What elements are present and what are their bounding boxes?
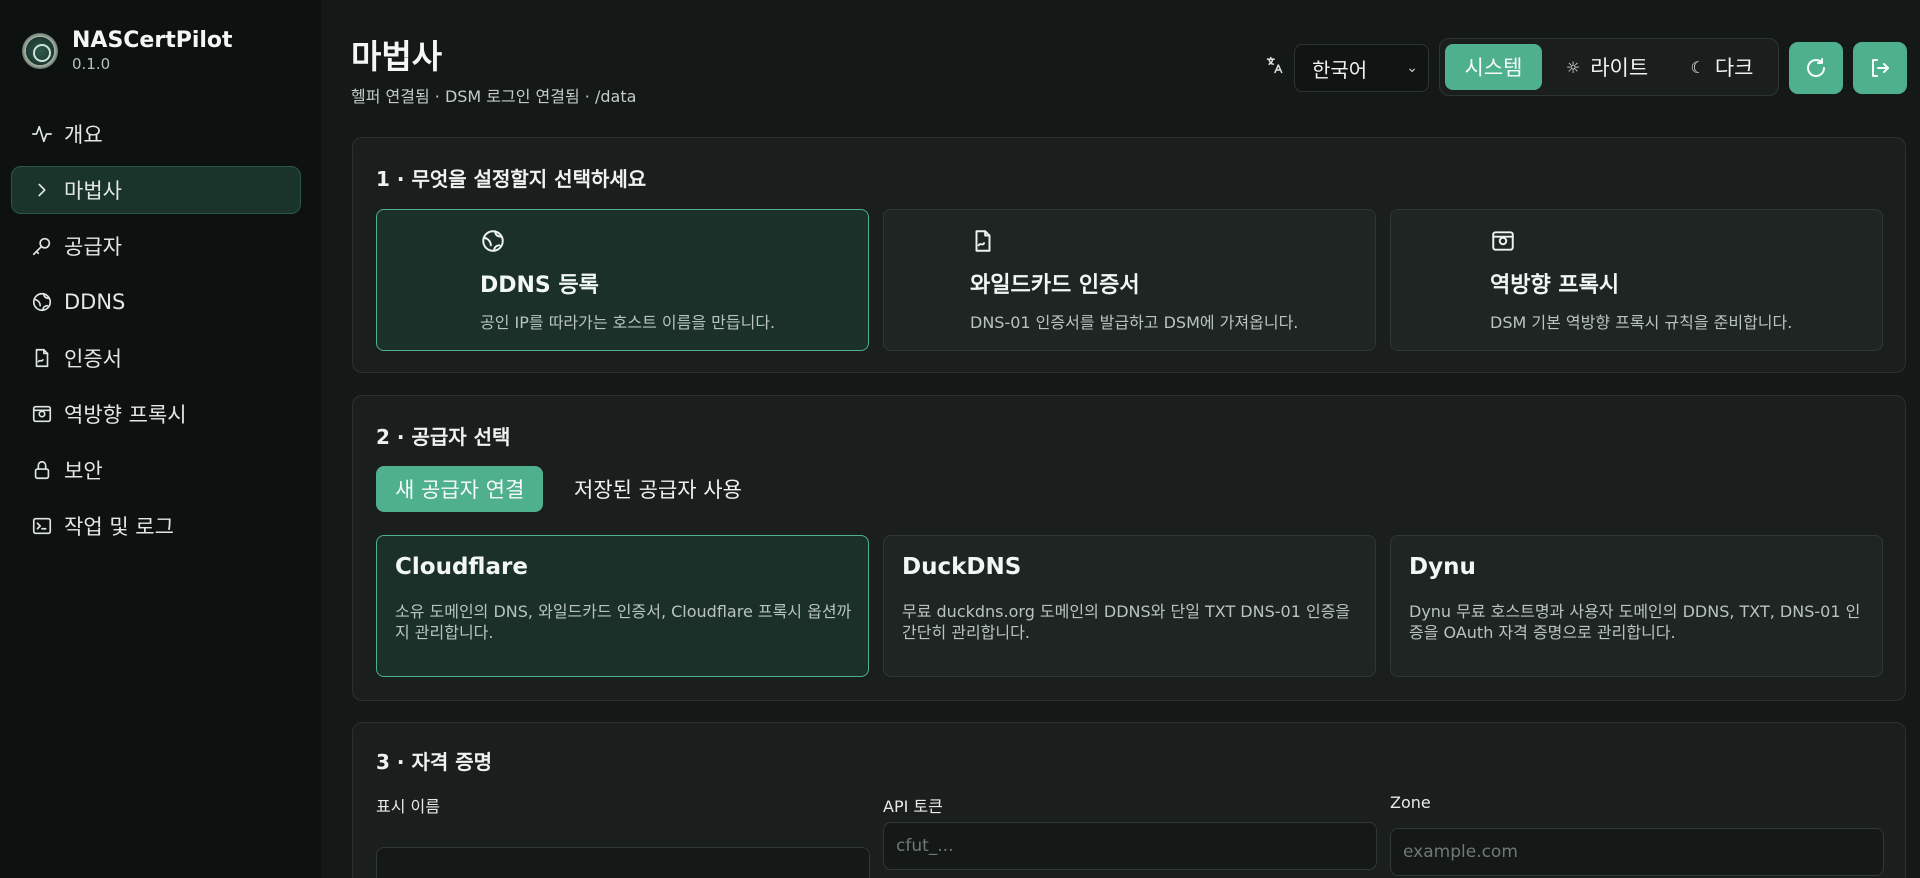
page-title: 마법사	[351, 37, 443, 76]
sidebar-item-jobs-logs[interactable]: 작업 및 로그	[11, 502, 301, 550]
sidebar-item-label: 공급자	[64, 235, 122, 259]
option-desc: DSM 기본 역방향 프록시 규칙을 준비합니다.	[1490, 313, 1793, 332]
display-name-field[interactable]	[376, 847, 870, 878]
option-ddns-card[interactable]: DDNS 등록 공인 IP를 따라가는 호스트 이름을 만듭니다.	[376, 209, 869, 351]
theme-system-button[interactable]: 시스템	[1445, 44, 1542, 90]
language-icon	[1265, 55, 1285, 75]
proxy-icon	[1490, 228, 1518, 256]
chevron-right-icon	[30, 178, 54, 202]
logout-button[interactable]	[1853, 42, 1907, 94]
api-token-label: API 토큰	[883, 797, 943, 816]
option-reverse-proxy-card[interactable]: 역방향 프록시 DSM 기본 역방향 프록시 규칙을 준비합니다.	[1390, 209, 1883, 351]
theme-light-label: 라이트	[1590, 56, 1649, 80]
app-name: NASCertPilot	[72, 28, 233, 53]
file-signature-icon	[970, 228, 998, 256]
provider-dynu-card[interactable]: Dynu Dynu 무료 호스트명과 사용자 도메인의 DDNS, TXT, D…	[1390, 535, 1883, 677]
refresh-icon	[1804, 56, 1828, 80]
moon-icon: ☾	[1690, 57, 1705, 77]
connection-status: 헬퍼 연결됨 · DSM 로그인 연결됨 · /data	[351, 87, 637, 106]
step1-title: 1 · 무엇을 설정할지 선택하세요	[376, 167, 647, 191]
sidebar-item-label: 작업 및 로그	[64, 515, 174, 539]
option-desc: 공인 IP를 따라가는 호스트 이름을 만듭니다.	[480, 313, 776, 332]
activity-icon	[30, 122, 54, 146]
sidebar-item-label: 인증서	[64, 347, 122, 371]
step3-title: 3 · 자격 증명	[376, 750, 493, 774]
chevron-down-icon: ⌄	[1406, 60, 1418, 76]
tab-new-provider[interactable]: 새 공급자 연결	[376, 466, 544, 512]
sidebar-item-label: 개요	[64, 123, 103, 147]
provider-name: Cloudflare	[395, 554, 528, 580]
api-token-placeholder: cfut_...	[896, 836, 954, 856]
language-value: 한국어	[1312, 57, 1368, 82]
tab-saved-provider[interactable]: 저장된 공급자 사용	[555, 466, 761, 512]
provider-duckdns-card[interactable]: DuckDNS 무료 duckdns.org 도메인의 DDNS와 단일 TXT…	[883, 535, 1376, 677]
globe-icon	[480, 228, 508, 256]
sun-icon: ☼	[1565, 57, 1581, 77]
option-title: 역방향 프록시	[1490, 273, 1620, 298]
sidebar: NASCertPilot 0.1.0 개요 마법사 공급자 DDNS 인증서 역…	[0, 0, 321, 878]
proxy-icon	[30, 402, 54, 426]
sidebar-item-label: 보안	[64, 459, 103, 483]
file-signature-icon	[30, 346, 54, 370]
option-title: DDNS 등록	[480, 273, 599, 298]
theme-light-button[interactable]: ☼ 라이트	[1552, 44, 1662, 90]
globe-icon	[30, 290, 54, 314]
provider-desc: 무료 duckdns.org 도메인의 DDNS와 단일 TXT DNS-01 …	[902, 602, 1351, 642]
sidebar-item-wizard[interactable]: 마법사	[11, 166, 301, 214]
sidebar-item-reverse-proxy[interactable]: 역방향 프록시	[11, 390, 301, 438]
step2-section: 2 · 공급자 선택 새 공급자 연결 저장된 공급자 사용 Cloudflar…	[352, 395, 1906, 701]
language-select[interactable]: 한국어 ⌄	[1294, 44, 1429, 92]
app-version: 0.1.0	[72, 55, 111, 73]
terminal-icon	[30, 514, 54, 538]
option-title: 와일드카드 인증서	[970, 273, 1140, 298]
api-token-field[interactable]: cfut_...	[883, 822, 1377, 870]
theme-system-label: 시스템	[1464, 56, 1523, 80]
sidebar-item-label: 마법사	[64, 179, 122, 203]
provider-name: DuckDNS	[902, 554, 1022, 580]
brand: NASCertPilot 0.1.0	[22, 28, 233, 74]
option-desc: DNS-01 인증서를 발급하고 DSM에 가져옵니다.	[970, 313, 1299, 332]
theme-dark-label: 다크	[1714, 56, 1754, 80]
sidebar-item-label: DDNS	[64, 290, 126, 314]
sidebar-item-ddns[interactable]: DDNS	[11, 278, 301, 326]
provider-desc: Dynu 무료 호스트명과 사용자 도메인의 DDNS, TXT, DNS-01…	[1409, 602, 1861, 642]
logout-icon	[1868, 56, 1892, 80]
lock-icon	[30, 458, 54, 482]
refresh-button[interactable]	[1789, 42, 1843, 94]
sidebar-item-overview[interactable]: 개요	[11, 110, 301, 158]
step3-section: 3 · 자격 증명 표시 이름 API 토큰 cfut_... Zone exa…	[352, 722, 1906, 878]
app-logo	[22, 33, 58, 69]
option-wildcard-card[interactable]: 와일드카드 인증서 DNS-01 인증서를 발급하고 DSM에 가져옵니다.	[883, 209, 1376, 351]
theme-toggle: 시스템 ☼ 라이트 ☾ 다크	[1439, 38, 1779, 96]
step1-section: 1 · 무엇을 설정할지 선택하세요 DDNS 등록 공인 IP를 따라가는 호…	[352, 137, 1906, 373]
theme-dark-button[interactable]: ☾ 다크	[1672, 44, 1772, 90]
sidebar-nav: 개요 마법사 공급자 DDNS 인증서 역방향 프록시 보안 작업 및 로그	[11, 110, 301, 558]
zone-label: Zone	[1390, 793, 1431, 812]
sidebar-item-certificates[interactable]: 인증서	[11, 334, 301, 382]
key-icon	[30, 234, 54, 258]
provider-cloudflare-card[interactable]: Cloudflare 소유 도메인의 DNS, 와일드카드 인증서, Cloud…	[376, 535, 869, 677]
step2-title: 2 · 공급자 선택	[376, 425, 511, 449]
display-name-label: 표시 이름	[376, 797, 440, 816]
zone-placeholder: example.com	[1403, 842, 1518, 862]
provider-name: Dynu	[1409, 554, 1476, 580]
provider-desc: 소유 도메인의 DNS, 와일드카드 인증서, Cloudflare 프록시 옵…	[395, 602, 852, 642]
sidebar-item-security[interactable]: 보안	[11, 446, 301, 494]
sidebar-item-providers[interactable]: 공급자	[11, 222, 301, 270]
sidebar-item-label: 역방향 프록시	[64, 403, 187, 427]
zone-field[interactable]: example.com	[1390, 828, 1884, 876]
